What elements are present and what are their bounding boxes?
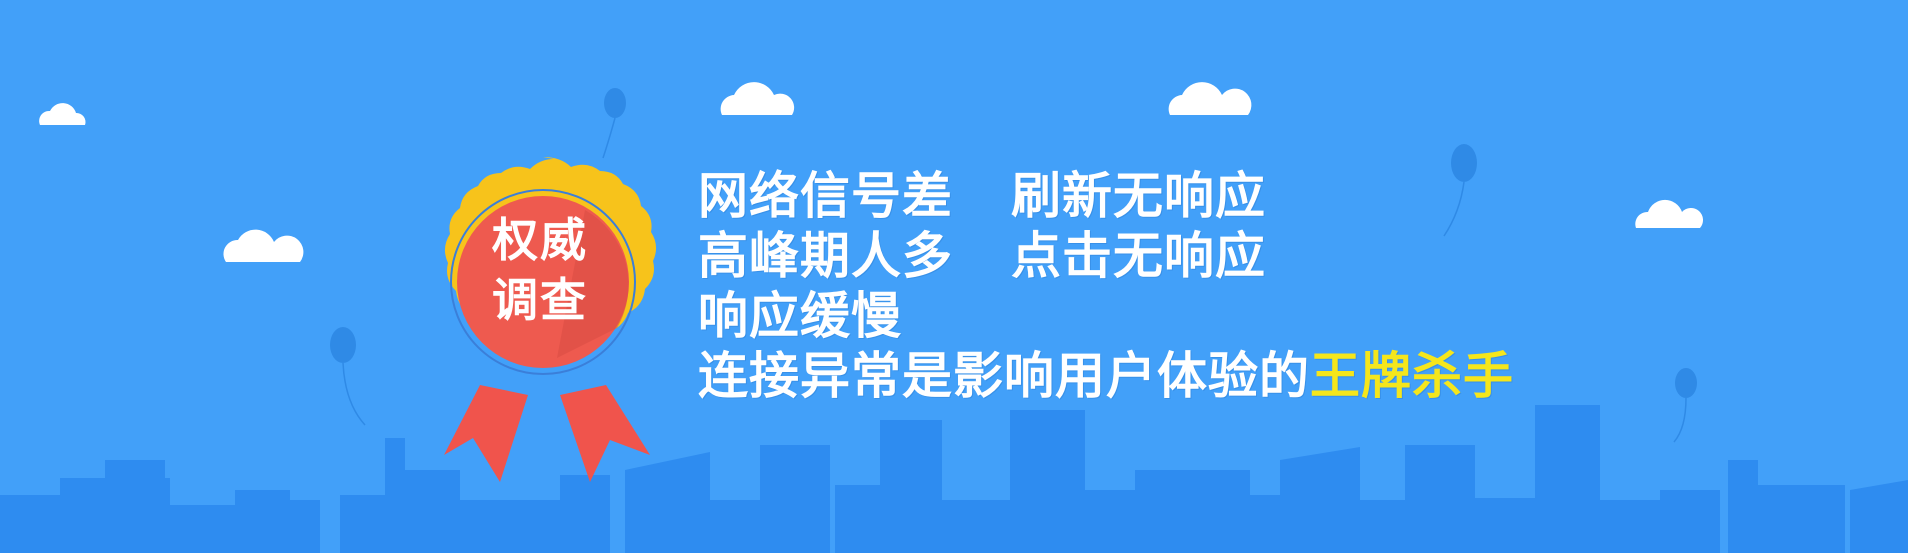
cloud-icon xyxy=(39,103,86,125)
banner: 权威 调查 网络信号差 刷新无响应 高峰期人多 点击无响应 响应缓慢 连接异常是影响… xyxy=(0,0,1908,553)
headline-row-1: 网络信号差 刷新无响应 xyxy=(698,166,1514,226)
headline-row-2: 高峰期人多 点击无响应 xyxy=(698,226,1514,286)
cloud-icon xyxy=(223,229,304,262)
balloon-icon xyxy=(1673,368,1697,443)
cloud-icon xyxy=(1168,82,1252,115)
cloud-icon xyxy=(720,82,795,115)
headline-phrase: 连接异常是影响用户体验的 xyxy=(698,347,1310,405)
balloon-icon xyxy=(330,327,366,426)
headline-phrase: 高峰期人多 xyxy=(698,227,953,285)
badge-line-1: 权威 xyxy=(492,213,588,267)
badge-label: 权威 调查 xyxy=(470,210,610,330)
balloon-icon xyxy=(602,88,626,159)
headline-row-3: 响应缓慢 xyxy=(698,286,1514,346)
headline: 网络信号差 刷新无响应 高峰期人多 点击无响应 响应缓慢 连接异常是影响用户体验的王… xyxy=(698,166,1514,406)
headline-phrase: 响应缓慢 xyxy=(698,287,902,345)
headline-row-4: 连接异常是影响用户体验的王牌杀手 xyxy=(698,346,1514,406)
headline-highlight: 王牌杀手 xyxy=(1310,347,1514,405)
city-skyline xyxy=(0,405,1908,553)
headline-phrase: 网络信号差 xyxy=(698,167,953,225)
badge-line-2: 调查 xyxy=(492,273,588,327)
cloud-icon xyxy=(1635,199,1704,228)
headline-phrase: 刷新无响应 xyxy=(1011,167,1266,225)
headline-phrase: 点击无响应 xyxy=(1011,227,1266,285)
